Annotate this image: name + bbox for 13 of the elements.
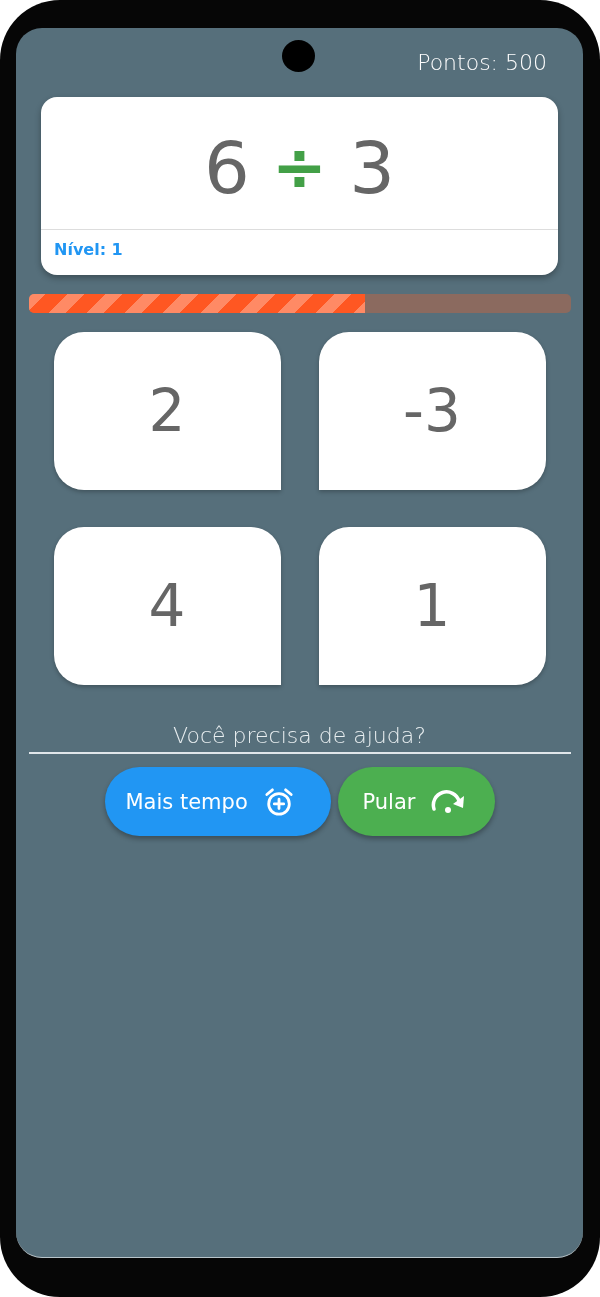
answer-button[interactable]: 1: [318, 527, 546, 685]
help-prompt: Você precisa de ajuda?: [173, 723, 426, 748]
answer-button[interactable]: 2: [53, 332, 281, 490]
camera-hole: [282, 40, 315, 72]
operand: 3: [349, 132, 395, 204]
operand: 6: [204, 132, 250, 204]
operator: ÷: [271, 135, 328, 201]
answer-button[interactable]: 4: [53, 527, 281, 685]
level-label: Nível: 1: [54, 240, 123, 259]
alarm-plus-icon: [263, 786, 294, 817]
more-time-button[interactable]: Mais tempo: [104, 767, 331, 836]
answer-button[interactable]: -3: [318, 332, 546, 490]
score-label: Pontos: 500: [417, 50, 547, 75]
